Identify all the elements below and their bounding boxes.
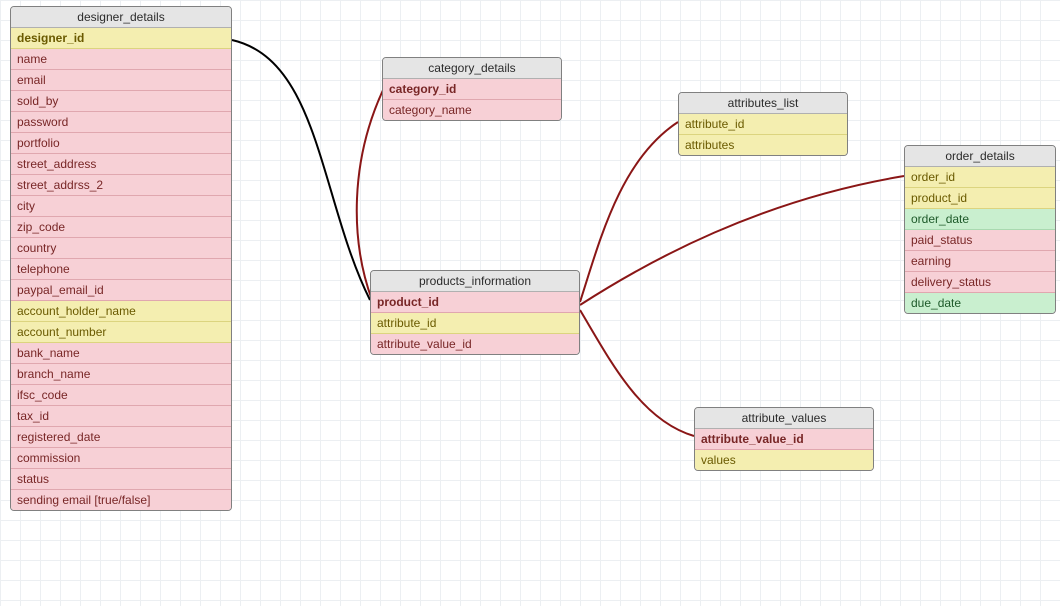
table-header[interactable]: designer_details — [11, 7, 231, 28]
column-tax-id[interactable]: tax_id — [11, 406, 231, 427]
column-portfolio[interactable]: portfolio — [11, 133, 231, 154]
table-order_details[interactable]: order_detailsorder_idproduct_idorder_dat… — [904, 145, 1056, 314]
column-zip-code[interactable]: zip_code — [11, 217, 231, 238]
table-attributes_list[interactable]: attributes_listattribute_idattributes — [678, 92, 848, 156]
table-header[interactable]: attribute_values — [695, 408, 873, 429]
column-attribute-value-id[interactable]: attribute_value_id — [695, 429, 873, 450]
column-city[interactable]: city — [11, 196, 231, 217]
column-street-addrss-2[interactable]: street_addrss_2 — [11, 175, 231, 196]
column-country[interactable]: country — [11, 238, 231, 259]
column-attributes[interactable]: attributes — [679, 135, 847, 155]
column-product-id[interactable]: product_id — [371, 292, 579, 313]
table-header[interactable]: attributes_list — [679, 93, 847, 114]
column-order-id[interactable]: order_id — [905, 167, 1055, 188]
column-designer-id[interactable]: designer_id — [11, 28, 231, 49]
column-paypal-email-id[interactable]: paypal_email_id — [11, 280, 231, 301]
column-bank-name[interactable]: bank_name — [11, 343, 231, 364]
column-account-number[interactable]: account_number — [11, 322, 231, 343]
column-attribute-id[interactable]: attribute_id — [371, 313, 579, 334]
table-category_details[interactable]: category_detailscategory_idcategory_name — [382, 57, 562, 121]
column-attribute-id[interactable]: attribute_id — [679, 114, 847, 135]
table-header[interactable]: order_details — [905, 146, 1055, 167]
column-name[interactable]: name — [11, 49, 231, 70]
column-sending-email-true-false-[interactable]: sending email [true/false] — [11, 490, 231, 510]
column-attribute-value-id[interactable]: attribute_value_id — [371, 334, 579, 354]
edge-attrvalues-products — [580, 310, 694, 436]
column-commission[interactable]: commission — [11, 448, 231, 469]
column-email[interactable]: email — [11, 70, 231, 91]
column-registered-date[interactable]: registered_date — [11, 427, 231, 448]
column-branch-name[interactable]: branch_name — [11, 364, 231, 385]
table-attribute_values[interactable]: attribute_valuesattribute_value_idvalues — [694, 407, 874, 471]
table-designer_details[interactable]: designer_detailsdesigner_idnameemailsold… — [10, 6, 232, 511]
table-header[interactable]: category_details — [383, 58, 561, 79]
column-account-holder-name[interactable]: account_holder_name — [11, 301, 231, 322]
table-products_information[interactable]: products_informationproduct_idattribute_… — [370, 270, 580, 355]
diagram-canvas[interactable]: designer_detailsdesigner_idnameemailsold… — [0, 0, 1060, 606]
column-password[interactable]: password — [11, 112, 231, 133]
column-category-name[interactable]: category_name — [383, 100, 561, 120]
edge-order-products — [580, 176, 904, 305]
table-header[interactable]: products_information — [371, 271, 579, 292]
column-ifsc-code[interactable]: ifsc_code — [11, 385, 231, 406]
column-street-address[interactable]: street_address — [11, 154, 231, 175]
column-values[interactable]: values — [695, 450, 873, 470]
column-delivery-status[interactable]: delivery_status — [905, 272, 1055, 293]
column-due-date[interactable]: due_date — [905, 293, 1055, 313]
edge-attributes-products — [580, 122, 678, 302]
column-telephone[interactable]: telephone — [11, 259, 231, 280]
column-sold-by[interactable]: sold_by — [11, 91, 231, 112]
edge-designer-products — [232, 40, 370, 300]
column-earning[interactable]: earning — [905, 251, 1055, 272]
edge-category-products — [357, 88, 384, 300]
column-status[interactable]: status — [11, 469, 231, 490]
column-paid-status[interactable]: paid_status — [905, 230, 1055, 251]
column-category-id[interactable]: category_id — [383, 79, 561, 100]
column-order-date[interactable]: order_date — [905, 209, 1055, 230]
column-product-id[interactable]: product_id — [905, 188, 1055, 209]
